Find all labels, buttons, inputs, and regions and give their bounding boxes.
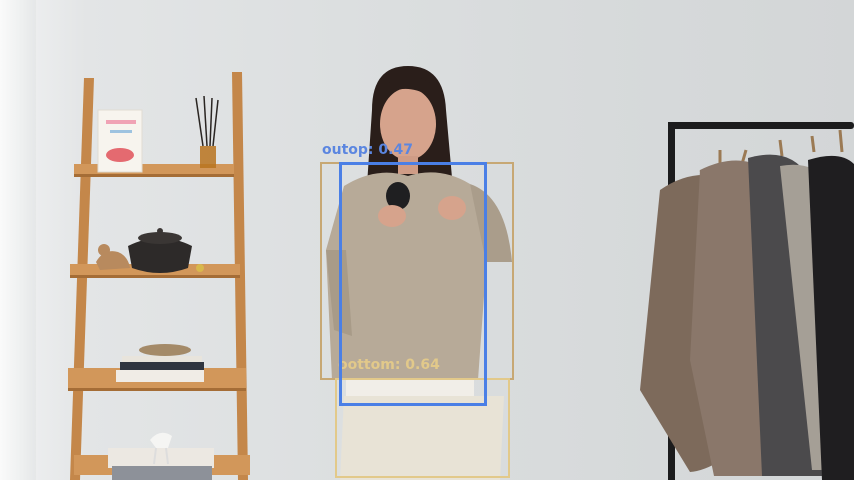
ladder-shelf bbox=[68, 72, 250, 480]
detection-label-top: outop: 0.47 bbox=[322, 142, 413, 158]
clothing-rack bbox=[640, 122, 854, 480]
photo-frame: outop: 0.47 oottom: 0.64 bbox=[0, 0, 854, 480]
pot-and-bird bbox=[96, 228, 204, 273]
reed-diffuser bbox=[195, 95, 219, 168]
framed-card bbox=[97, 109, 143, 173]
books-and-bowl bbox=[108, 344, 214, 480]
detection-box-blue bbox=[339, 162, 487, 406]
